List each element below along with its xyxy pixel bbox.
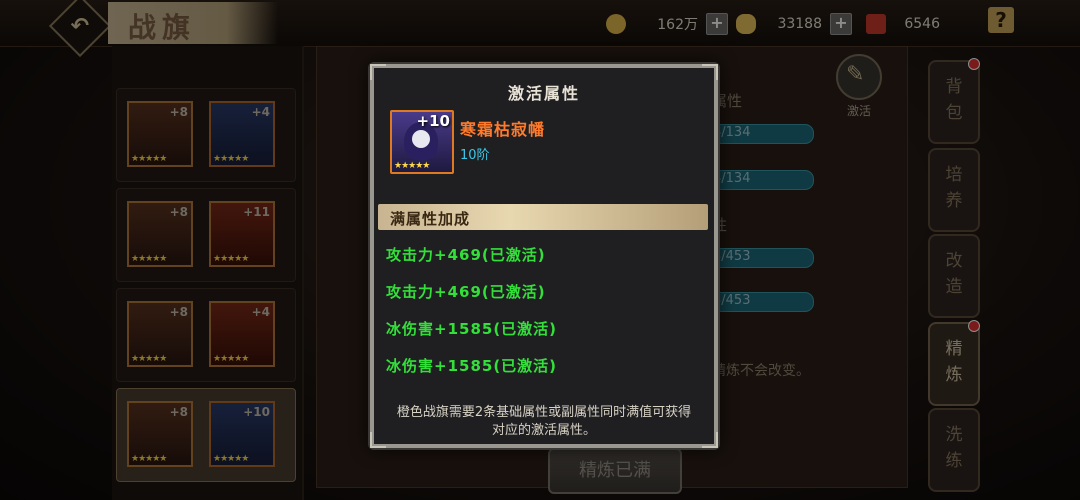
item-plus-level: +10	[416, 112, 450, 130]
banner-item-icon: +10 ★★★★★	[390, 110, 454, 174]
item-name: 寒霜枯寂幡	[460, 120, 546, 139]
attribute-line: 冰伤害+1585(已激活)	[386, 320, 558, 338]
attribute-line: 攻击力+469(已激活)	[386, 283, 546, 301]
section-header: 满属性加成	[378, 204, 708, 230]
item-stars: ★★★★★	[394, 161, 430, 171]
corner-ornament	[370, 64, 386, 80]
corner-ornament	[702, 432, 718, 448]
popup-title: 激活属性	[507, 84, 580, 103]
section-title: 满属性加成	[390, 210, 471, 228]
attribute-line: 冰伤害+1585(已激活)	[386, 357, 558, 375]
attribute-line: 攻击力+469(已激活)	[386, 246, 546, 264]
activation-note: 橙色战旗需要2条基础属性或副属性同时满值可获得对应的激活属性。	[396, 405, 692, 438]
corner-ornament	[702, 64, 718, 80]
activate-attributes-popup: 激活属性 +10 ★★★★★ 寒霜枯寂幡 10阶 满属性加成 攻击力+469(已…	[370, 64, 718, 448]
corner-ornament	[370, 432, 386, 448]
item-tier: 10阶	[460, 148, 490, 163]
